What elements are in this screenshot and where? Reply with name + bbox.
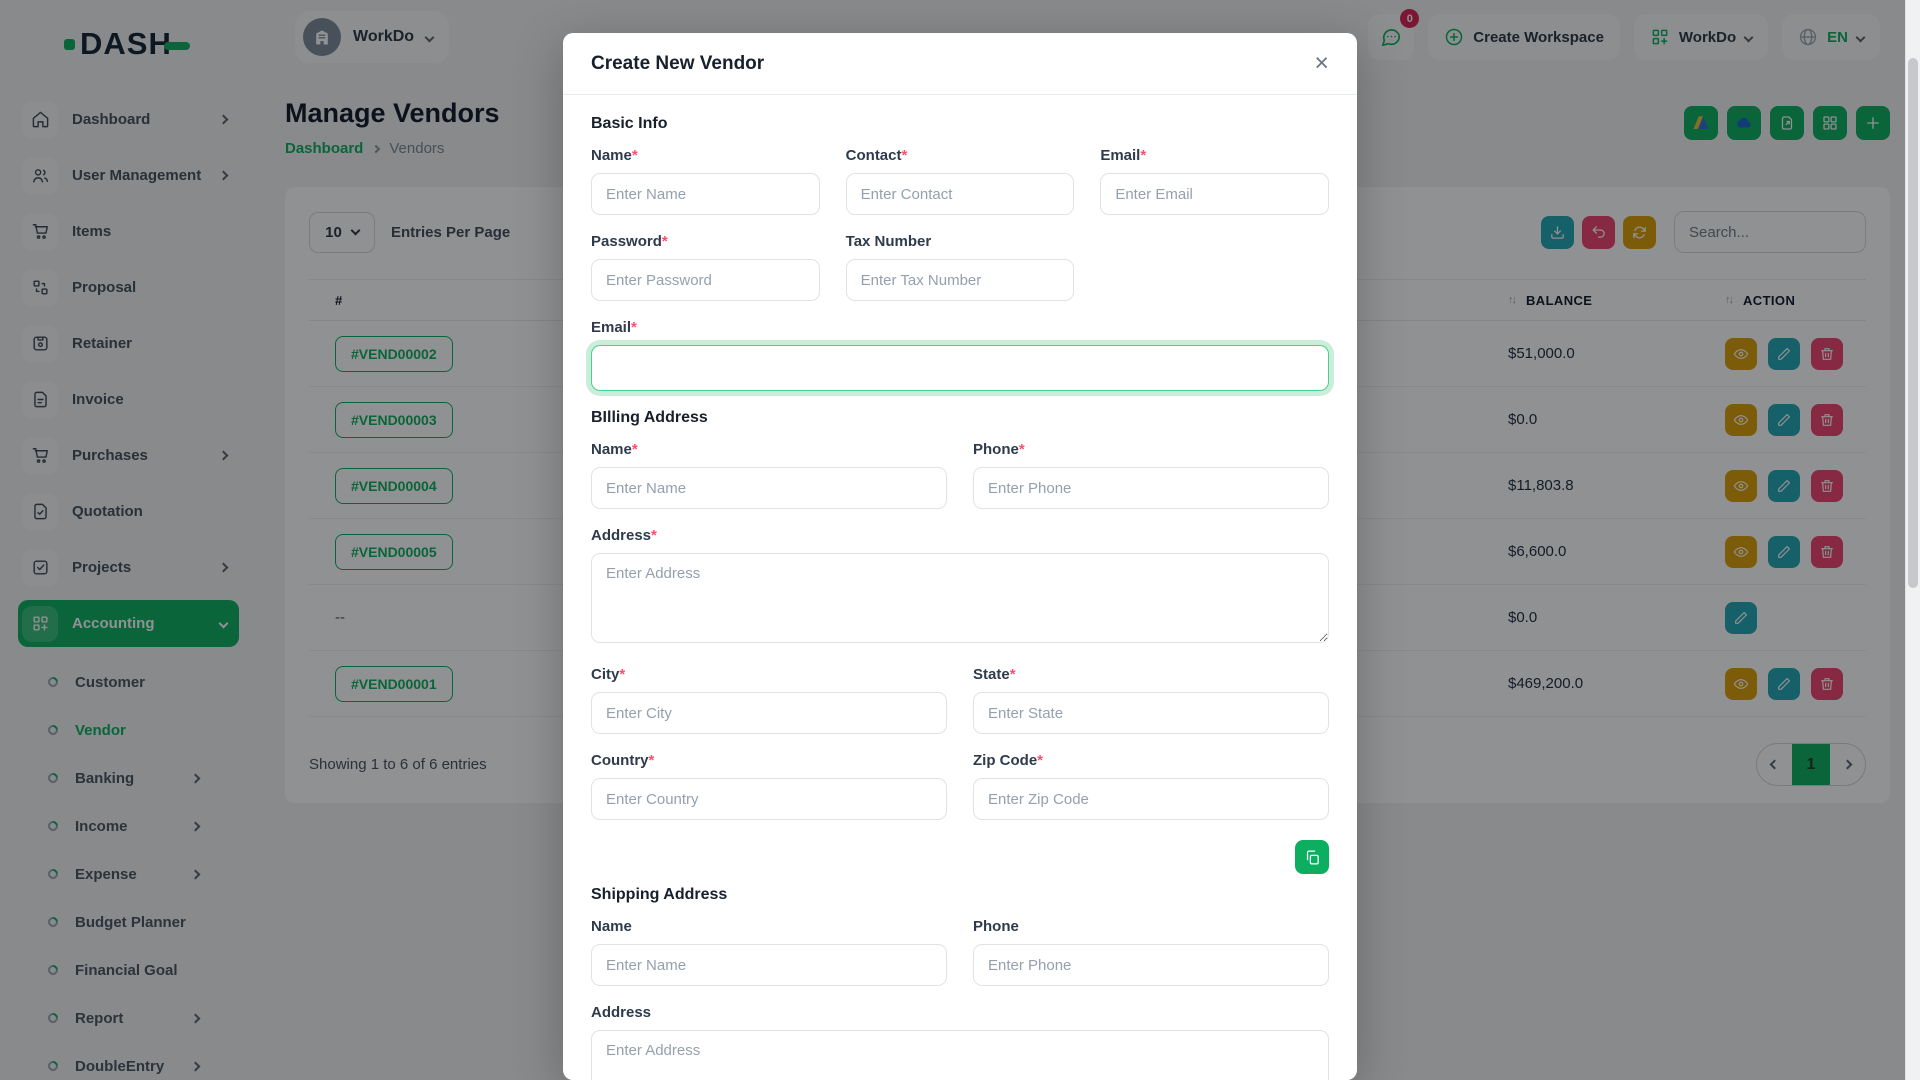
field-label: Zip Code*	[973, 752, 1044, 769]
close-icon[interactable]: ×	[1314, 51, 1329, 76]
vendor-contact-input[interactable]	[845, 173, 1075, 215]
shipping-phone-input[interactable]	[973, 944, 1329, 986]
tax-number-input[interactable]	[845, 259, 1075, 301]
field-label: Tax Number	[845, 233, 932, 250]
field-label: Address	[591, 1004, 652, 1021]
copy-icon	[1306, 849, 1319, 865]
field-label: Email*	[591, 319, 637, 336]
copy-billing-to-shipping-button[interactable]	[1295, 840, 1329, 874]
field-label: Email*	[1100, 147, 1147, 164]
vendor-email-input[interactable]	[1100, 173, 1329, 215]
create-vendor-modal: Create New Vendor × Basic Info Name* Con…	[563, 33, 1357, 1080]
billing-country-input[interactable]	[591, 778, 947, 820]
vendor-password-input[interactable]	[591, 259, 820, 301]
field-label: Name*	[591, 441, 638, 458]
billing-phone-input[interactable]	[973, 467, 1329, 509]
modal-title: Create New Vendor	[591, 52, 765, 74]
modal-header: Create New Vendor ×	[563, 33, 1357, 95]
field-label: City*	[591, 666, 626, 683]
field-label: Phone*	[973, 441, 1025, 458]
billing-state-input[interactable]	[973, 692, 1329, 734]
billing-name-input[interactable]	[591, 467, 947, 509]
section-basic-info: Basic Info	[591, 115, 668, 132]
shipping-address-textarea[interactable]	[591, 1030, 1329, 1080]
billing-address-textarea[interactable]	[591, 553, 1329, 643]
shipping-name-input[interactable]	[591, 944, 947, 986]
field-label: Contact*	[845, 147, 908, 164]
section-shipping-address: Shipping Address	[591, 886, 728, 903]
field-label: Address*	[591, 527, 657, 544]
vendor-name-input[interactable]	[591, 173, 820, 215]
field-label: Name*	[591, 147, 638, 164]
billing-city-input[interactable]	[591, 692, 947, 734]
section-billing-address: BIlling Address	[591, 409, 708, 426]
field-label: Country*	[591, 752, 655, 769]
field-label: State*	[973, 666, 1016, 683]
field-label: Password*	[591, 233, 668, 250]
scrollbar-thumb[interactable]	[1908, 58, 1918, 588]
billing-zip-input[interactable]	[973, 778, 1329, 820]
modal-body: Basic Info Name* Contact* Email* Passwor…	[563, 95, 1357, 1080]
field-label: Name	[591, 918, 632, 935]
field-label: Phone	[973, 918, 1019, 935]
vendor-login-email-input[interactable]	[591, 345, 1329, 391]
page-scrollbar[interactable]	[1905, 0, 1920, 1080]
